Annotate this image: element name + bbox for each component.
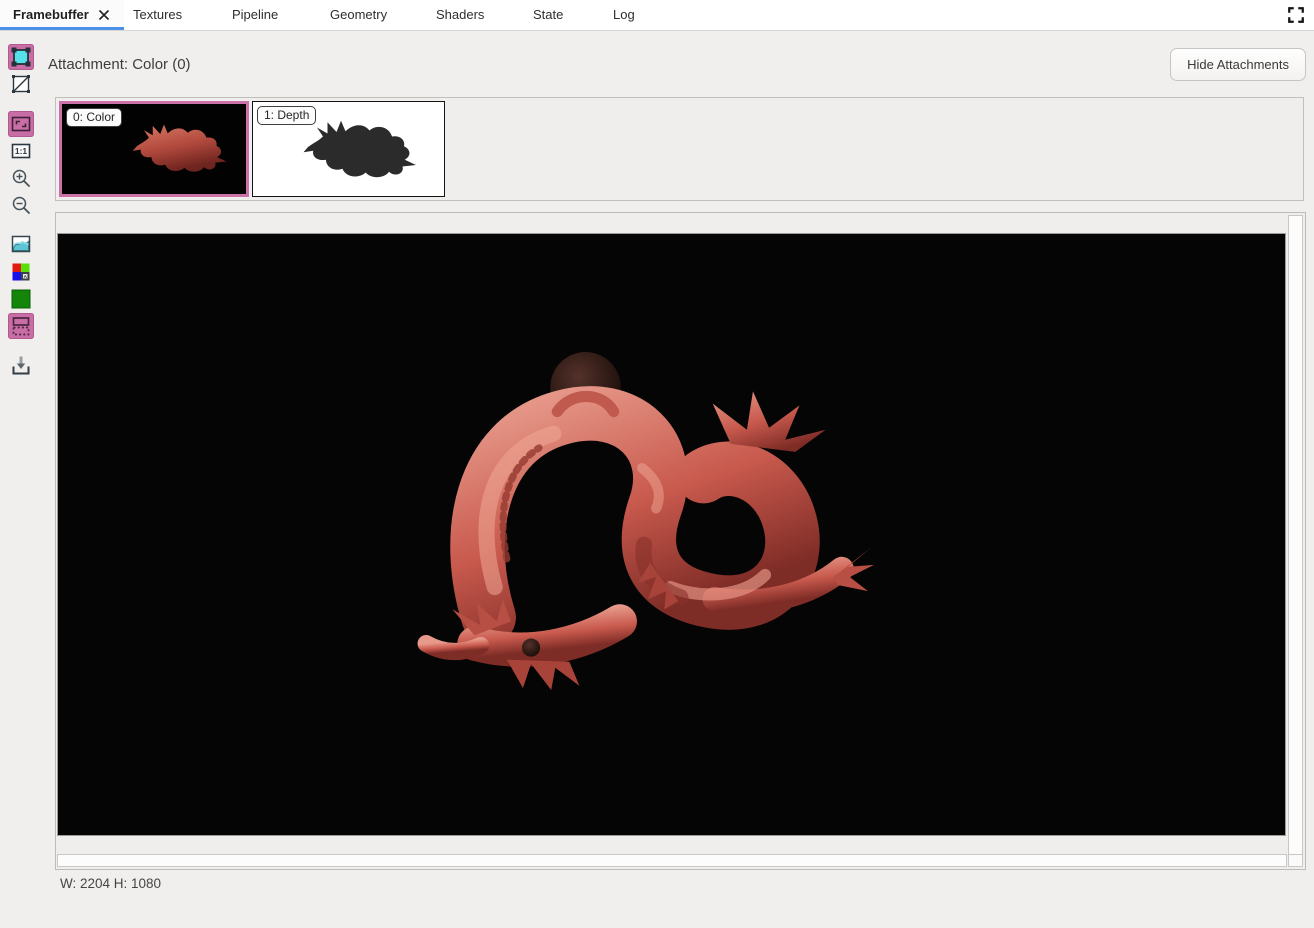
close-icon[interactable] xyxy=(98,9,110,21)
attachment-chip: 0: Color xyxy=(66,108,122,127)
tab-shaders[interactable]: Shaders xyxy=(436,0,484,30)
flip-vertical-icon[interactable] xyxy=(8,313,34,339)
tab-state[interactable]: State xyxy=(533,0,563,30)
tab-label: Framebuffer xyxy=(13,0,89,30)
save-image-icon[interactable] xyxy=(8,352,34,378)
scrollbar-corner xyxy=(1288,854,1303,867)
zoom-in-icon[interactable] xyxy=(8,165,34,191)
tab-framebuffer[interactable]: Framebuffer xyxy=(0,0,124,30)
color-thumbnail-image xyxy=(114,116,239,182)
tab-bar: Framebuffer Textures Pipeline Geometry S… xyxy=(0,0,1314,31)
channels-rgba-icon[interactable]: A xyxy=(8,259,34,285)
tab-geometry[interactable]: Geometry xyxy=(330,0,387,30)
fit-to-window-icon[interactable] xyxy=(8,111,34,137)
attachment-thumb-color[interactable]: 0: Color xyxy=(59,101,249,197)
actual-size-icon[interactable]: 1:1 xyxy=(8,138,34,164)
svg-text:1:1: 1:1 xyxy=(15,146,28,156)
fullscreen-icon[interactable] xyxy=(1287,6,1305,24)
tab-log[interactable]: Log xyxy=(613,0,635,30)
vertical-scrollbar[interactable] xyxy=(1288,215,1303,855)
rendered-dragon-model xyxy=(410,346,874,696)
framebuffer-dimensions-status: W: 2204 H: 1080 xyxy=(60,876,161,891)
attachment-thumb-depth[interactable]: 1: Depth xyxy=(252,101,445,197)
attachment-label: Attachment: Color (0) xyxy=(48,56,191,73)
attachments-strip: 0: Color 1: Depth xyxy=(55,97,1304,201)
tab-pipeline[interactable]: Pipeline xyxy=(232,0,278,30)
framebuffer-image[interactable] xyxy=(57,233,1286,836)
framebuffer-viewer[interactable] xyxy=(55,212,1306,870)
empty-region-icon[interactable] xyxy=(8,71,34,97)
tab-textures[interactable]: Textures xyxy=(133,0,182,30)
hide-attachments-button[interactable]: Hide Attachments xyxy=(1170,48,1306,81)
attachment-chip: 1: Depth xyxy=(257,106,316,125)
background-color-icon[interactable] xyxy=(8,286,34,312)
horizontal-scrollbar[interactable] xyxy=(57,854,1287,867)
histogram-icon[interactable] xyxy=(8,231,34,257)
select-region-icon[interactable] xyxy=(8,44,34,70)
zoom-out-icon[interactable] xyxy=(8,192,34,218)
